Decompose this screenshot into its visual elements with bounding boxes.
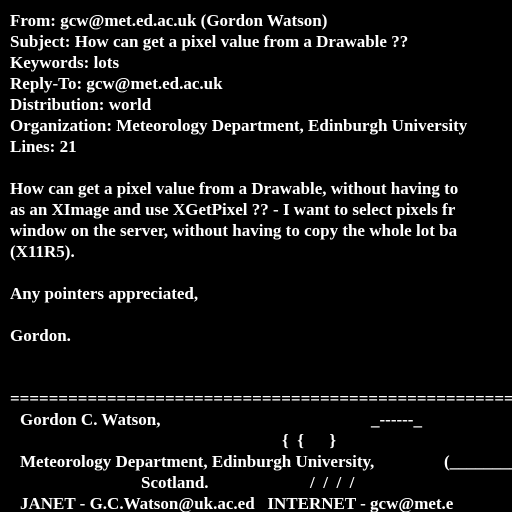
signature-contact: JANET - G.C.Watson@uk.ac.ed INTERNET - g… xyxy=(20,494,454,512)
signature-organization: Meteorology Department, Edinburgh Univer… xyxy=(20,452,375,471)
signature-name: Gordon C. Watson, xyxy=(20,410,161,429)
signature-country: Scotland. xyxy=(141,473,209,492)
signature-art: { { } xyxy=(282,431,337,450)
header-lines: Lines: 21 xyxy=(10,137,77,156)
signature-art: (________ xyxy=(444,452,512,471)
header-from: From: gcw@met.ed.ac.uk (Gordon Watson) xyxy=(10,11,328,30)
header-subject: Subject: How can get a pixel value from … xyxy=(10,32,409,51)
body-line: window on the server, without having to … xyxy=(10,221,458,240)
header-reply-to: Reply-To: gcw@met.ed.ac.uk xyxy=(10,74,223,93)
signature-art: _------_ xyxy=(371,410,422,429)
signature-art: / / / / xyxy=(310,473,355,492)
body-line: as an XImage and use XGetPixel ?? - I wa… xyxy=(10,200,456,219)
signature-rule: ========================================… xyxy=(10,389,512,408)
body-line: (X11R5). xyxy=(10,242,75,261)
news-message: From: gcw@met.ed.ac.uk (Gordon Watson) S… xyxy=(10,0,512,512)
body-line: How can get a pixel value from a Drawabl… xyxy=(10,179,459,198)
closing-line: Any pointers appreciated, xyxy=(10,284,199,303)
header-organization: Organization: Meteorology Department, Ed… xyxy=(10,116,468,135)
header-keywords: Keywords: lots xyxy=(10,53,120,72)
header-distribution: Distribution: world xyxy=(10,95,152,114)
sign-off: Gordon. xyxy=(10,326,71,345)
